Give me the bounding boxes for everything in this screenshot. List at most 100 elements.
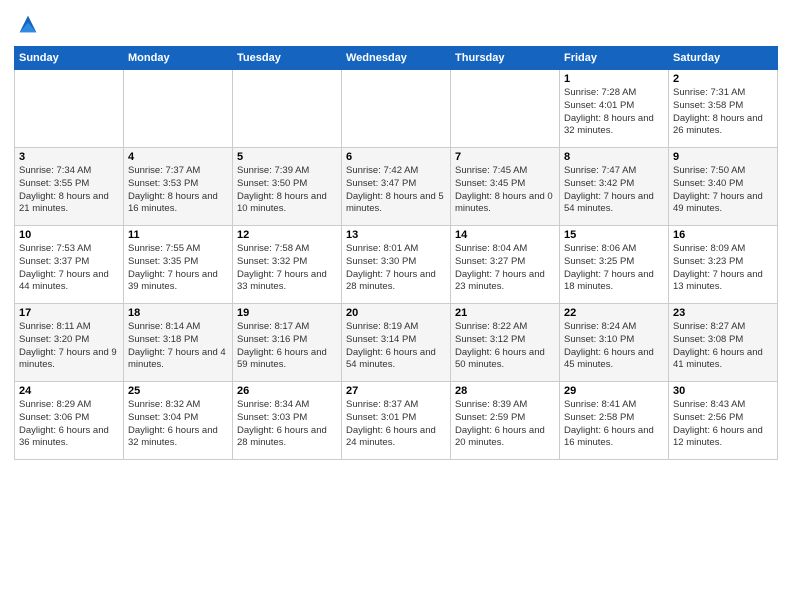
calendar-cell: 27 Sunrise: 8:37 AMSunset: 3:01 PMDayligh… bbox=[342, 382, 451, 460]
day-number: 27 bbox=[346, 385, 446, 397]
calendar-cell bbox=[233, 70, 342, 148]
day-number: 30 bbox=[673, 385, 773, 397]
calendar-cell: 22Sunrise: 8:24 AMSunset: 3:10 PMDayligh… bbox=[560, 304, 669, 382]
calendar-cell bbox=[124, 70, 233, 148]
day-info: Sunrise: 7:42 AMSunset: 3:47 PMDaylight:… bbox=[346, 165, 446, 216]
calendar-cell: 17 Sunrise: 8:11 AMSunset: 3:20 PMDayligh… bbox=[15, 304, 124, 382]
day-number: 25 bbox=[128, 385, 228, 397]
calendar-cell: 1 Sunrise: 7:28 AMSunset: 4:01 PMDaylight… bbox=[560, 70, 669, 148]
day-number: 29 bbox=[564, 385, 664, 397]
day-info: Sunrise: 8:22 AMSunset: 3:12 PMDaylight:… bbox=[455, 321, 555, 372]
day-number: 24 bbox=[19, 385, 119, 397]
calendar-week-5: 24 Sunrise: 8:29 AMSunset: 3:06 PMDayligh… bbox=[15, 382, 778, 460]
calendar-cell bbox=[15, 70, 124, 148]
calendar-header-row: SundayMondayTuesdayWednesdayThursdayFrid… bbox=[15, 47, 778, 70]
day-number: 23 bbox=[673, 307, 773, 319]
calendar-header-sunday: Sunday bbox=[15, 47, 124, 70]
calendar-cell bbox=[342, 70, 451, 148]
day-info: Sunrise: 8:24 AMSunset: 3:10 PMDaylight:… bbox=[564, 321, 664, 372]
calendar-header-saturday: Saturday bbox=[669, 47, 778, 70]
calendar-week-1: 1 Sunrise: 7:28 AMSunset: 4:01 PMDaylight… bbox=[15, 70, 778, 148]
day-number: 9 bbox=[673, 151, 773, 163]
day-number: 2 bbox=[673, 73, 773, 85]
day-info: Sunrise: 7:45 AMSunset: 3:45 PMDaylight:… bbox=[455, 165, 555, 216]
calendar-header-monday: Monday bbox=[124, 47, 233, 70]
day-number: 15 bbox=[564, 229, 664, 241]
day-number: 13 bbox=[346, 229, 446, 241]
calendar-cell: 12Sunrise: 7:58 AMSunset: 3:32 PMDayligh… bbox=[233, 226, 342, 304]
day-number: 3 bbox=[19, 151, 119, 163]
day-number: 10 bbox=[19, 229, 119, 241]
day-info: Sunrise: 7:37 AMSunset: 3:53 PMDaylight:… bbox=[128, 165, 228, 216]
calendar-week-3: 10Sunrise: 7:53 AMSunset: 3:37 PMDayligh… bbox=[15, 226, 778, 304]
day-info: Sunrise: 8:41 AMSunset: 2:58 PMDaylight:… bbox=[564, 399, 664, 450]
calendar-table: SundayMondayTuesdayWednesdayThursdayFrid… bbox=[14, 46, 778, 460]
day-number: 17 bbox=[19, 307, 119, 319]
calendar-cell: 15 Sunrise: 8:06 AMSunset: 3:25 PMDayligh… bbox=[560, 226, 669, 304]
day-info: Sunrise: 8:14 AMSunset: 3:18 PMDaylight:… bbox=[128, 321, 228, 372]
day-number: 11 bbox=[128, 229, 228, 241]
day-number: 18 bbox=[128, 307, 228, 319]
calendar-cell: 24 Sunrise: 8:29 AMSunset: 3:06 PMDayligh… bbox=[15, 382, 124, 460]
day-info: Sunrise: 8:11 AMSunset: 3:20 PMDaylight:… bbox=[19, 321, 119, 372]
calendar-cell: 30 Sunrise: 8:43 AMSunset: 2:56 PMDayligh… bbox=[669, 382, 778, 460]
day-info: Sunrise: 7:47 AMSunset: 3:42 PMDaylight:… bbox=[564, 165, 664, 216]
logo-icon bbox=[14, 10, 42, 38]
calendar-cell: 9 Sunrise: 7:50 AMSunset: 3:40 PMDaylight… bbox=[669, 148, 778, 226]
day-info: Sunrise: 7:55 AMSunset: 3:35 PMDaylight:… bbox=[128, 243, 228, 294]
calendar-week-4: 17 Sunrise: 8:11 AMSunset: 3:20 PMDayligh… bbox=[15, 304, 778, 382]
day-info: Sunrise: 8:04 AMSunset: 3:27 PMDaylight:… bbox=[455, 243, 555, 294]
calendar-cell: 7 Sunrise: 7:45 AMSunset: 3:45 PMDaylight… bbox=[451, 148, 560, 226]
calendar-cell: 4 Sunrise: 7:37 AMSunset: 3:53 PMDaylight… bbox=[124, 148, 233, 226]
day-info: Sunrise: 8:09 AMSunset: 3:23 PMDaylight:… bbox=[673, 243, 773, 294]
day-number: 5 bbox=[237, 151, 337, 163]
day-info: Sunrise: 7:31 AMSunset: 3:58 PMDaylight:… bbox=[673, 87, 773, 138]
calendar-header-friday: Friday bbox=[560, 47, 669, 70]
calendar-cell: 5 Sunrise: 7:39 AMSunset: 3:50 PMDaylight… bbox=[233, 148, 342, 226]
calendar-cell: 3 Sunrise: 7:34 AMSunset: 3:55 PMDaylight… bbox=[15, 148, 124, 226]
day-number: 19 bbox=[237, 307, 337, 319]
day-info: Sunrise: 8:17 AMSunset: 3:16 PMDaylight:… bbox=[237, 321, 337, 372]
calendar-cell: 16Sunrise: 8:09 AMSunset: 3:23 PMDayligh… bbox=[669, 226, 778, 304]
day-info: Sunrise: 7:39 AMSunset: 3:50 PMDaylight:… bbox=[237, 165, 337, 216]
day-info: Sunrise: 8:34 AMSunset: 3:03 PMDaylight:… bbox=[237, 399, 337, 450]
calendar-header-tuesday: Tuesday bbox=[233, 47, 342, 70]
day-number: 1 bbox=[564, 73, 664, 85]
page-header bbox=[14, 10, 778, 38]
day-info: Sunrise: 8:01 AMSunset: 3:30 PMDaylight:… bbox=[346, 243, 446, 294]
day-number: 7 bbox=[455, 151, 555, 163]
day-number: 26 bbox=[237, 385, 337, 397]
day-number: 6 bbox=[346, 151, 446, 163]
day-number: 4 bbox=[128, 151, 228, 163]
calendar-cell: 10Sunrise: 7:53 AMSunset: 3:37 PMDayligh… bbox=[15, 226, 124, 304]
day-info: Sunrise: 8:39 AMSunset: 2:59 PMDaylight:… bbox=[455, 399, 555, 450]
calendar-cell: 19 Sunrise: 8:17 AMSunset: 3:16 PMDayligh… bbox=[233, 304, 342, 382]
calendar-cell: 14 Sunrise: 8:04 AMSunset: 3:27 PMDayligh… bbox=[451, 226, 560, 304]
day-number: 21 bbox=[455, 307, 555, 319]
day-info: Sunrise: 7:50 AMSunset: 3:40 PMDaylight:… bbox=[673, 165, 773, 216]
calendar-cell: 20Sunrise: 8:19 AMSunset: 3:14 PMDayligh… bbox=[342, 304, 451, 382]
calendar-cell: 26 Sunrise: 8:34 AMSunset: 3:03 PMDayligh… bbox=[233, 382, 342, 460]
calendar-cell: 29 Sunrise: 8:41 AMSunset: 2:58 PMDayligh… bbox=[560, 382, 669, 460]
logo bbox=[14, 10, 46, 38]
calendar-cell: 6 Sunrise: 7:42 AMSunset: 3:47 PMDaylight… bbox=[342, 148, 451, 226]
calendar-header-thursday: Thursday bbox=[451, 47, 560, 70]
day-info: Sunrise: 8:43 AMSunset: 2:56 PMDaylight:… bbox=[673, 399, 773, 450]
day-info: Sunrise: 8:27 AMSunset: 3:08 PMDaylight:… bbox=[673, 321, 773, 372]
day-number: 20 bbox=[346, 307, 446, 319]
calendar-cell: 23 Sunrise: 8:27 AMSunset: 3:08 PMDayligh… bbox=[669, 304, 778, 382]
day-info: Sunrise: 7:34 AMSunset: 3:55 PMDaylight:… bbox=[19, 165, 119, 216]
day-info: Sunrise: 8:06 AMSunset: 3:25 PMDaylight:… bbox=[564, 243, 664, 294]
calendar-cell: 18 Sunrise: 8:14 AMSunset: 3:18 PMDayligh… bbox=[124, 304, 233, 382]
calendar-cell: 11 Sunrise: 7:55 AMSunset: 3:35 PMDayligh… bbox=[124, 226, 233, 304]
calendar-body: 1 Sunrise: 7:28 AMSunset: 4:01 PMDaylight… bbox=[15, 70, 778, 460]
day-info: Sunrise: 8:29 AMSunset: 3:06 PMDaylight:… bbox=[19, 399, 119, 450]
calendar-cell: 25Sunrise: 8:32 AMSunset: 3:04 PMDayligh… bbox=[124, 382, 233, 460]
day-number: 14 bbox=[455, 229, 555, 241]
calendar-cell: 28Sunrise: 8:39 AMSunset: 2:59 PMDayligh… bbox=[451, 382, 560, 460]
calendar-cell bbox=[451, 70, 560, 148]
day-info: Sunrise: 8:37 AMSunset: 3:01 PMDaylight:… bbox=[346, 399, 446, 450]
day-number: 8 bbox=[564, 151, 664, 163]
day-info: Sunrise: 7:58 AMSunset: 3:32 PMDaylight:… bbox=[237, 243, 337, 294]
day-info: Sunrise: 7:28 AMSunset: 4:01 PMDaylight:… bbox=[564, 87, 664, 138]
